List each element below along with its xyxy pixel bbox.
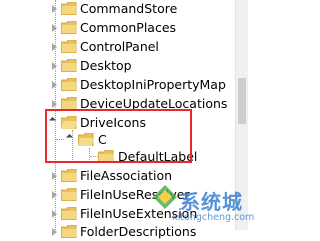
expand-arrow-icon[interactable] bbox=[52, 43, 57, 51]
folder-icon bbox=[61, 207, 77, 220]
tree-item-commonplaces[interactable]: CommonPlaces bbox=[0, 18, 235, 37]
tree-item-controlpanel[interactable]: ControlPanel bbox=[0, 37, 235, 56]
tree-item-fileinuseresolver[interactable]: FileInUseResolver bbox=[0, 185, 235, 204]
scrollbar-thumb[interactable] bbox=[238, 78, 246, 124]
tree-item-label: DesktopIniPropertyMap bbox=[80, 77, 226, 92]
tree-item-commandstore[interactable]: CommandStore bbox=[0, 0, 235, 18]
tree-item-desktop[interactable]: Desktop bbox=[0, 56, 235, 75]
tree-item-fileinuseextension[interactable]: FileInUseExtension bbox=[0, 204, 235, 223]
tree-item-label: ControlPanel bbox=[80, 39, 159, 54]
folder-icon bbox=[61, 169, 77, 182]
expand-arrow-icon[interactable] bbox=[52, 172, 57, 180]
tree-item-label: FileInUseExtension bbox=[80, 206, 198, 221]
expand-arrow-icon[interactable] bbox=[52, 228, 57, 236]
expand-arrow-icon[interactable] bbox=[52, 81, 57, 89]
folder-icon bbox=[61, 225, 77, 238]
registry-key-tree: CommandStore CommonPlaces ControlPanel D… bbox=[0, 0, 235, 239]
expand-arrow-icon[interactable] bbox=[52, 210, 57, 218]
expand-arrow-icon[interactable] bbox=[52, 5, 57, 13]
folder-icon bbox=[61, 2, 77, 15]
expand-arrow-icon[interactable] bbox=[52, 24, 57, 32]
vertical-scrollbar[interactable] bbox=[235, 0, 248, 230]
tree-item-desktopinipropertymap[interactable]: DesktopIniPropertyMap bbox=[0, 75, 235, 94]
folder-icon bbox=[61, 188, 77, 201]
tree-item-label: CommonPlaces bbox=[80, 20, 177, 35]
tree-item-label: CommandStore bbox=[80, 1, 178, 16]
folder-icon bbox=[61, 21, 77, 34]
tree-item-label: FileInUseResolver bbox=[80, 187, 190, 202]
tree-item-label: FileAssociation bbox=[80, 168, 173, 183]
expand-arrow-icon[interactable] bbox=[52, 100, 57, 108]
tree-item-fileassociation[interactable]: FileAssociation bbox=[0, 166, 235, 185]
expand-arrow-icon[interactable] bbox=[52, 191, 57, 199]
expand-arrow-icon[interactable] bbox=[52, 62, 57, 70]
tree-item-label: FolderDescriptions bbox=[80, 224, 197, 239]
tree-item-label: Desktop bbox=[80, 58, 132, 73]
folder-icon bbox=[61, 40, 77, 53]
folder-icon bbox=[61, 78, 77, 91]
folder-icon bbox=[61, 59, 77, 72]
tree-item-folderdescriptions[interactable]: FolderDescriptions bbox=[0, 222, 235, 241]
annotation-highlight-box bbox=[45, 109, 192, 163]
